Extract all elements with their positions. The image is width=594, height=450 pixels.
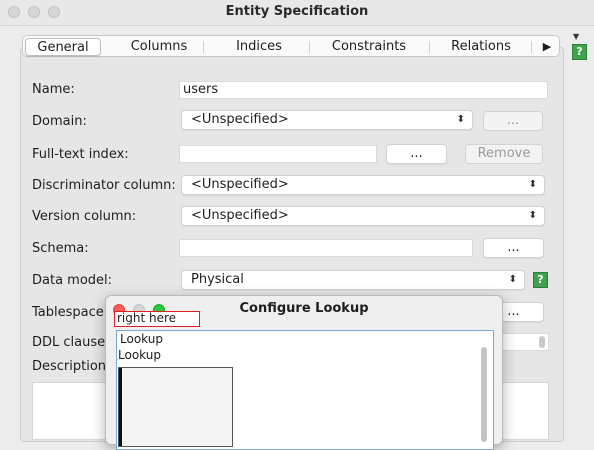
tab-constraints[interactable]: Constraints [319, 38, 419, 56]
side-strip [566, 26, 594, 437]
tablespace-label: Tablespace: [32, 305, 109, 320]
data-model-help-icon[interactable]: ? [533, 272, 548, 288]
description-label: Description [32, 359, 107, 374]
tab-bar: General Columns Indices Constraints Rela… [22, 35, 560, 57]
tab-divider [309, 41, 310, 53]
list-item[interactable]: Lookup [118, 348, 161, 362]
help-icon[interactable]: ? [572, 44, 587, 60]
collapse-triangle-icon[interactable]: ▼ [573, 32, 579, 41]
fulltext-index-field[interactable] [179, 145, 377, 163]
discriminator-column-select[interactable]: <Unspecified> ⬍ [181, 175, 545, 195]
list-item[interactable]: Lookup [120, 332, 163, 346]
data-model-label: Data model: [32, 273, 113, 288]
schema-label: Schema: [32, 241, 89, 256]
tab-indices[interactable]: Indices [219, 38, 299, 56]
updown-chevron-icon: ⬍ [528, 210, 537, 221]
updown-chevron-icon: ⬍ [528, 179, 537, 190]
tab-relations[interactable]: Relations [441, 38, 521, 56]
schema-browse-button[interactable]: ... [483, 238, 544, 258]
tab-divider [203, 41, 204, 53]
tab-general[interactable]: General [25, 38, 101, 56]
popup-edge [119, 368, 122, 446]
version-column-select[interactable]: <Unspecified> ⬍ [181, 206, 545, 226]
schema-field[interactable] [179, 239, 473, 257]
title-bar: Entity Specification [0, 0, 594, 26]
window-title: Entity Specification [225, 4, 369, 19]
lookup-popup-overlay [118, 367, 233, 447]
discriminator-column-label: Discriminator column: [32, 178, 176, 193]
name-label: Name: [32, 82, 75, 97]
more-tabs-icon[interactable]: ▶ [537, 38, 557, 56]
name-field[interactable]: users [179, 81, 548, 99]
domain-select-value: <Unspecified> [191, 112, 289, 127]
version-column-label: Version column: [32, 209, 137, 224]
fulltext-index-label: Full-text index: [32, 147, 129, 162]
domain-browse-button[interactable]: ... [483, 111, 543, 131]
updown-chevron-icon: ⬍ [456, 114, 465, 125]
data-model-select-value: Physical [191, 272, 244, 287]
updown-chevron-icon: ⬍ [508, 274, 517, 285]
version-select-value: <Unspecified> [191, 208, 289, 223]
ddl-clause-field[interactable] [495, 333, 549, 351]
domain-label: Domain: [32, 114, 87, 129]
domain-select[interactable]: <Unspecified> ⬍ [181, 110, 473, 130]
tab-columns[interactable]: Columns [119, 38, 199, 56]
ddl-clause-label: DDL clause: [32, 335, 110, 350]
lookup-list-scrollbar[interactable] [481, 347, 487, 442]
tab-divider [531, 41, 532, 53]
ddl-scroll-thumb[interactable] [539, 336, 545, 348]
fulltext-browse-button[interactable]: ... [386, 144, 447, 164]
data-model-select[interactable]: Physical ⬍ [181, 270, 525, 290]
lookup-search-input[interactable]: right here [114, 311, 200, 327]
discriminator-select-value: <Unspecified> [191, 177, 289, 192]
remove-button[interactable]: Remove [465, 144, 543, 164]
tab-divider [429, 41, 430, 53]
